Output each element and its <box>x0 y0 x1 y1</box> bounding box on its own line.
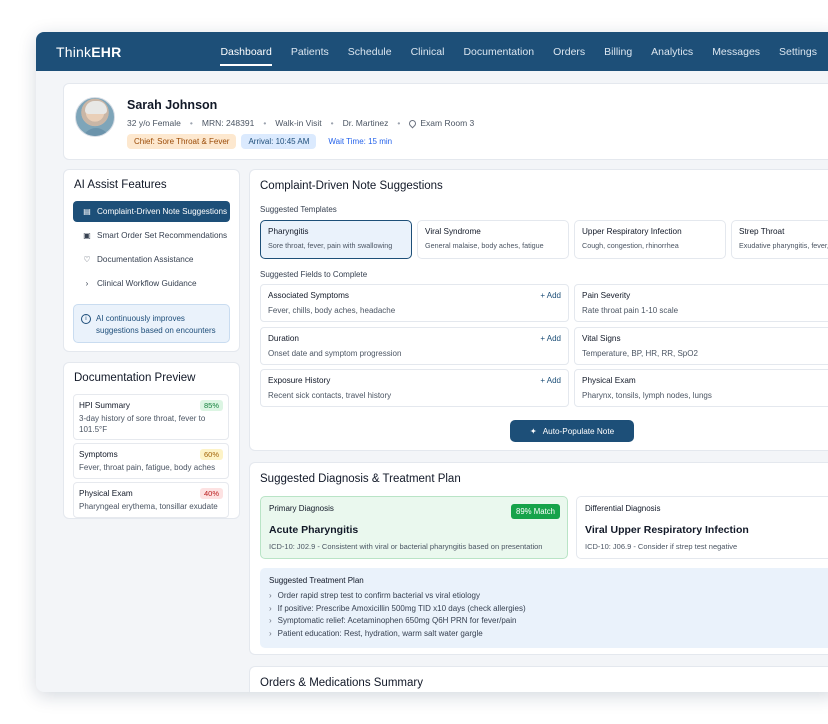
nav-messages[interactable]: Messages <box>712 42 760 62</box>
treatment-plan: Suggested Treatment Plan › Order rapid st… <box>260 568 828 648</box>
complaint-title: Complaint-Driven Note Suggestions <box>260 180 443 192</box>
add-field-button[interactable]: + Add <box>540 291 561 300</box>
patient-tags: Chief: Sore Throat & Fever Arrival: 10:4… <box>127 134 399 149</box>
chief-complaint-badge: Chief: Sore Throat & Fever <box>127 134 237 149</box>
document-icon: ▤ <box>83 207 91 216</box>
primary-diagnosis-name: Acute Pharyngitis <box>269 524 359 536</box>
treatment-plan-title: Suggested Treatment Plan <box>269 576 364 585</box>
separator-dot: • <box>189 118 193 128</box>
documentation-preview-panel: Documentation Preview HPI Summary 85% 3-… <box>63 362 240 519</box>
patient-meta: 32 y/o Female • MRN: 248391 • Walk-in Vi… <box>127 118 474 128</box>
primary-diagnosis-card[interactable]: Primary Diagnosis 89% Match Acute Pharyn… <box>260 496 568 559</box>
arrival-badge: Arrival: 10:45 AM <box>241 134 317 149</box>
field-pain-severity: Pain Severity Rate throat pain 1-10 scal… <box>574 284 828 322</box>
ai-item-order-sets[interactable]: ▣ Smart Order Set Recommendations <box>73 225 230 246</box>
template-pharyngitis[interactable]: Pharyngitis Sore throat, fever, pain wit… <box>260 220 412 259</box>
ai-item-doc-assistance[interactable]: ♡ Documentation Assistance <box>73 249 230 270</box>
field-physical-exam: Physical Exam Pharynx, tonsils, lymph no… <box>574 369 828 407</box>
patient-name: Sarah Johnson <box>127 98 218 112</box>
completion-badge: 40% <box>199 488 223 499</box>
wait-time-badge: Wait Time: 15 min <box>328 137 393 146</box>
nav-orders[interactable]: Orders <box>553 42 585 62</box>
nav-settings[interactable]: Settings <box>779 42 817 62</box>
provider-name: Dr. Martinez <box>342 118 389 128</box>
doc-item-label: Physical Exam <box>79 489 133 498</box>
template-strep-throat[interactable]: Strep Throat Exudative pharyngitis, feve… <box>731 220 828 259</box>
add-field-button[interactable]: + Add <box>540 376 561 385</box>
complaint-suggestions-panel: Complaint-Driven Note Suggestions Sugges… <box>249 169 828 451</box>
field-exposure-history: Exposure History + Add Recent sick conta… <box>260 369 569 407</box>
ai-item-note-suggestions[interactable]: ▤ Complaint-Driven Note Suggestions <box>73 201 230 222</box>
doc-item-label: HPI Summary <box>79 401 130 410</box>
auto-populate-button[interactable]: ✦ Auto-Populate Note <box>510 420 634 442</box>
template-viral-syndrome[interactable]: Viral Syndrome General malaise, body ach… <box>417 220 569 259</box>
exam-room: Exam Room 3 <box>420 118 475 128</box>
orders-title: Orders & Medications Summary <box>260 677 423 689</box>
patient-header: Sarah Johnson 32 y/o Female • MRN: 24839… <box>63 83 828 160</box>
diagnosis-title: Suggested Diagnosis & Treatment Plan <box>260 473 461 485</box>
info-icon: i <box>81 314 91 324</box>
top-nav: ThinkEHR Dashboard Patients Schedule Cli… <box>36 32 828 71</box>
nav-analytics[interactable]: Analytics <box>651 42 693 62</box>
nav-clinical[interactable]: Clinical <box>411 42 445 62</box>
brand-logo[interactable]: ThinkEHR <box>56 44 220 60</box>
orders-summary-panel: Orders & Medications Summary <box>249 666 828 692</box>
chevron-right-icon: › <box>269 616 272 625</box>
separator-dot: • <box>263 118 267 128</box>
doc-preview-title: Documentation Preview <box>74 372 196 384</box>
field-duration: Duration + Add Onset date and symptom pr… <box>260 327 569 365</box>
templates-label: Suggested Templates <box>260 205 337 214</box>
chevron-right-icon: › <box>85 279 89 288</box>
patient-age-sex: 32 y/o Female <box>127 118 181 128</box>
template-uri[interactable]: Upper Respiratory Infection Cough, conge… <box>574 220 726 259</box>
doc-item-text: 3-day history of sore throat, fever to 1… <box>79 414 206 434</box>
ai-assist-title: AI Assist Features <box>74 179 167 191</box>
separator-dot: • <box>397 118 401 128</box>
patient-avatar <box>75 97 115 137</box>
ai-info-note: i AI continuously improves suggestions b… <box>73 304 230 343</box>
diagnosis-panel: Suggested Diagnosis & Treatment Plan Pri… <box>249 462 828 655</box>
visit-type: Walk-in Visit <box>275 118 322 128</box>
nav-dashboard[interactable]: Dashboard <box>220 42 273 66</box>
doc-item-label: Symptoms <box>79 450 118 459</box>
plan-item: › Order rapid strep test to confirm bacte… <box>269 591 480 600</box>
nav-patients[interactable]: Patients <box>291 42 329 62</box>
doc-item-symptoms[interactable]: Symptoms 60% Fever, throat pain, fatigue… <box>73 443 229 479</box>
ai-item-workflow-guidance[interactable]: › Clinical Workflow Guidance <box>73 273 230 294</box>
location-pin-icon <box>407 118 418 128</box>
nav-schedule[interactable]: Schedule <box>348 42 392 62</box>
completion-badge: 60% <box>199 449 223 460</box>
field-vital-signs: Vital Signs Temperature, BP, HR, RR, SpO… <box>574 327 828 365</box>
chevron-right-icon: › <box>269 591 272 600</box>
add-field-button[interactable]: + Add <box>540 334 561 343</box>
separator-dot: • <box>330 118 334 128</box>
doc-item-text: Pharyngeal erythema, tonsillar exudate <box>79 502 218 511</box>
chevron-right-icon: › <box>269 603 272 613</box>
fields-label: Suggested Fields to Complete <box>260 270 368 279</box>
chevron-right-icon: › <box>269 628 272 638</box>
match-badge: 89% Match <box>510 504 560 519</box>
clipboard-icon: ▣ <box>83 231 91 240</box>
differential-diagnosis-code: ICD-10: J06.9 - Consider if strep test n… <box>585 542 738 551</box>
sparkle-icon: ✦ <box>529 427 537 436</box>
doc-item-physical-exam[interactable]: Physical Exam 40% Pharyngeal erythema, t… <box>73 482 229 518</box>
stethoscope-icon: ♡ <box>83 255 91 264</box>
completion-badge: 85% <box>199 400 223 411</box>
patient-mrn: MRN: 248391 <box>201 118 255 128</box>
differential-diagnosis-card[interactable]: Differential Diagnosis Viral Upper Respi… <box>576 496 828 559</box>
plan-item: › Symptomatic relief: Acetaminophen 650mg… <box>269 616 517 625</box>
plan-item: › If positive: Prescribe Amoxicillin 500m… <box>269 603 526 613</box>
primary-diagnosis-code: ICD-10: J02.9 - Consistent with viral or… <box>269 542 543 551</box>
doc-item-hpi[interactable]: HPI Summary 85% 3-day history of sore th… <box>73 394 229 440</box>
nav-documentation[interactable]: Documentation <box>463 42 534 62</box>
nav-billing[interactable]: Billing <box>604 42 632 62</box>
doc-item-text: Fever, throat pain, fatigue, body aches <box>79 463 216 472</box>
plan-item: › Patient education: Rest, hydration, war… <box>269 628 483 638</box>
field-associated-symptoms: Associated Symptoms + Add Fever, chills,… <box>260 284 569 322</box>
app-window: ThinkEHR Dashboard Patients Schedule Cli… <box>36 32 828 692</box>
ai-assist-panel: AI Assist Features ▤ Complaint-Driven No… <box>63 169 240 352</box>
differential-diagnosis-name: Viral Upper Respiratory Infection <box>585 524 749 536</box>
